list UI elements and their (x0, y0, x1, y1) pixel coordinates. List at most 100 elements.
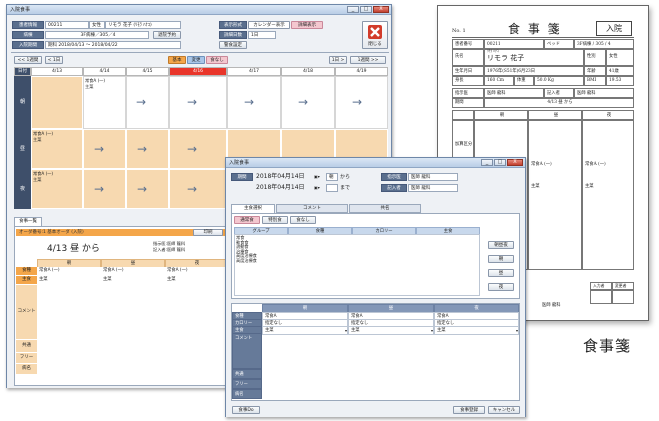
discharge-button[interactable]: 退院予約 (153, 31, 181, 39)
staple-value: 主菜 (265, 328, 274, 333)
tab-disease[interactable]: 共名 (349, 204, 421, 213)
close-window-button[interactable]: X (373, 6, 389, 13)
next-day-button[interactable]: 1日 > (329, 56, 347, 64)
order-date: 4/13 昼 から (47, 244, 100, 254)
doc-number: No. 1 (452, 28, 466, 34)
tab-staple[interactable]: 主食選択 (231, 204, 275, 213)
day-header[interactable]: 4/19 (335, 67, 388, 76)
period-label: 期間 (231, 173, 253, 181)
writer[interactable]: 医師 龍科 (408, 184, 458, 192)
doc-period-label: 期間 (452, 97, 484, 108)
meal-do-button[interactable]: 食事Do (232, 406, 260, 414)
patient-id: 00211 (45, 21, 89, 29)
minimize-button[interactable]: _ (481, 159, 493, 166)
caption: 食事箋 (583, 337, 632, 355)
dropdown-arrow-icon[interactable]: ▾ (345, 327, 347, 334)
continue-arrow-icon: → (137, 142, 148, 156)
grid-body (234, 234, 480, 296)
cell-bf-d2[interactable] (126, 76, 169, 129)
cell-bf-d0[interactable] (31, 76, 83, 129)
dropdown-arrow-icon[interactable]: ▾ (516, 327, 518, 334)
close-label: 閉じる (368, 42, 382, 47)
doc-sign-change: 変更者 (612, 282, 634, 290)
doc-cell-dinner: 常食A (一) 主菜 (582, 120, 634, 270)
doc-sign-input-box (590, 290, 612, 304)
day-header-today[interactable]: 4/16 (169, 67, 227, 76)
next-week-button[interactable]: 1週間 >> (350, 56, 386, 64)
close-button[interactable]: 閉じる (362, 21, 388, 49)
list-row-label: 食種 (16, 267, 37, 275)
day-header[interactable]: 4/15 (126, 67, 169, 76)
day-header[interactable]: 4/18 (281, 67, 335, 76)
cell-dn-d3[interactable] (169, 169, 227, 209)
display-mode-label: 表示形式 (219, 21, 247, 29)
prev-day-button[interactable]: < 1日 (45, 56, 63, 64)
continue-arrow-icon: → (94, 142, 105, 156)
continue-arrow-icon: → (137, 182, 148, 196)
list-cell: 主菜 (165, 276, 229, 283)
cell-lu-d3[interactable] (169, 129, 227, 169)
cell-bf-d3[interactable] (169, 76, 227, 129)
breakfast-button[interactable]: 朝 (488, 255, 514, 263)
doctor[interactable]: 医師 龍科 (408, 173, 458, 181)
continue-arrow-icon: → (187, 142, 198, 156)
all-meals-button[interactable]: 朝昼夜 (488, 241, 514, 249)
staple-select[interactable]: 主菜 ▾ (348, 326, 434, 335)
print-button[interactable]: 印刷 (193, 229, 223, 236)
tab-comment[interactable]: コメント (276, 204, 348, 213)
subtab-normal[interactable]: 通常食 (234, 216, 260, 224)
from-date[interactable]: 2018年04月14日 (256, 173, 305, 181)
calendar-view-button[interactable]: カレンダー表示 (248, 21, 290, 29)
staple-select[interactable]: 主菜 ▾ (434, 326, 519, 335)
dinner-button[interactable]: 夜 (488, 283, 514, 291)
doc-lunch-staple: 主菜 (531, 184, 540, 189)
detail-view-button[interactable]: 詳細表示 (291, 21, 323, 29)
doc-col-breakfast: 朝 (474, 110, 528, 120)
doc-lunch-type: 常食A (一) (531, 162, 552, 167)
continue-arrow-icon: → (187, 182, 198, 196)
group-item[interactable]: 高度治療食 (236, 258, 257, 264)
doc-title: 食 事 箋 (508, 22, 562, 36)
calendar-icon[interactable]: ▣▾ (314, 174, 320, 179)
detail-days[interactable]: 1日 (248, 31, 276, 39)
to-meal[interactable] (326, 184, 338, 192)
minimize-button[interactable]: _ (347, 6, 359, 13)
doc-col-dinner: 夜 (582, 110, 634, 120)
doc-weight-label: 体重 (514, 75, 534, 86)
cell-dn-d2[interactable] (126, 169, 169, 209)
filter-no-meal[interactable]: 食なし (206, 56, 228, 64)
to-date[interactable]: 2018年04月14日 (256, 184, 305, 192)
meal-row-label: 共通 (232, 369, 262, 379)
calendar-icon[interactable]: ▣▾ (314, 185, 320, 190)
subtab-special[interactable]: 特別食 (262, 216, 288, 224)
dropdown-arrow-icon[interactable]: ▾ (431, 327, 433, 334)
meal-settings-button[interactable]: 警食設定 (219, 41, 247, 49)
register-button[interactable]: 食事登録 (453, 406, 485, 414)
maximize-button[interactable]: □ (360, 6, 372, 13)
day-header[interactable]: 4/14 (83, 67, 126, 76)
doc-weight: 50.0 Kg (534, 75, 584, 86)
list-row-label: 共通 (16, 340, 37, 352)
day-header[interactable]: 4/17 (227, 67, 281, 76)
doc-bmi-label: BMI (584, 75, 606, 86)
close-dialog-button[interactable]: X (507, 159, 523, 166)
filter-change[interactable]: 変更 (187, 56, 205, 64)
lunch-button[interactable]: 昼 (488, 269, 514, 277)
meal-list-tab[interactable]: 食事一覧 (14, 217, 42, 226)
list-cell: 常食A (一) (37, 267, 101, 274)
cell-lu-d2[interactable] (126, 129, 169, 169)
cancel-button[interactable]: キャンセル (488, 406, 520, 414)
subtab-no-meal[interactable]: 食なし (290, 216, 316, 224)
prev-week-button[interactable]: << 1週間 (14, 56, 42, 64)
staple-select[interactable]: 主菜 ▾ (262, 326, 348, 335)
from-meal[interactable]: 朝 (326, 173, 338, 181)
cell-lu-d1[interactable] (83, 129, 126, 169)
separator (11, 52, 389, 53)
day-header[interactable]: 4/13 (31, 67, 83, 76)
cell-entry: 常食A (一) 主菜 (85, 78, 106, 89)
date-header: 日付 (14, 67, 31, 76)
maximize-button[interactable]: □ (494, 159, 506, 166)
filter-basic[interactable]: 基本 (168, 56, 186, 64)
cell-dn-d1[interactable] (83, 169, 126, 209)
list-cell: 常食A (一) (165, 267, 229, 274)
